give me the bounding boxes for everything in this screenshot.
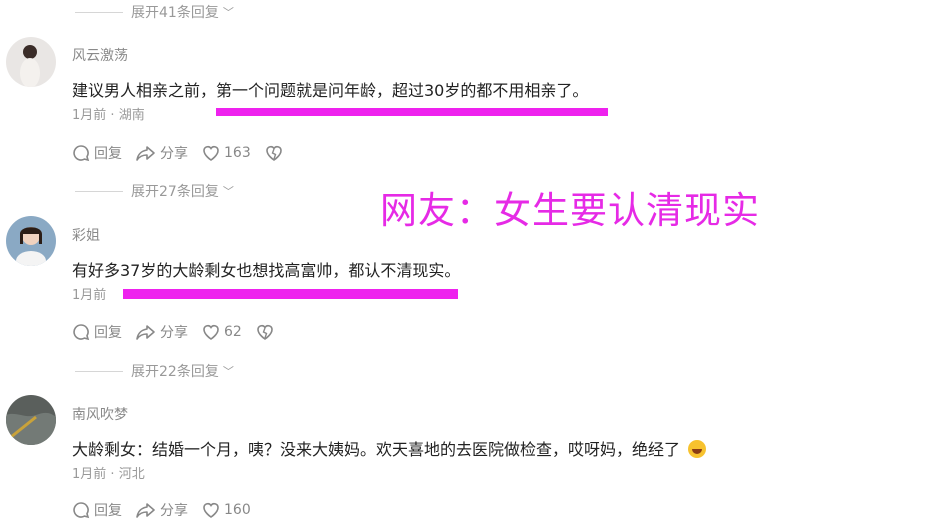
username[interactable]: 南风吹梦 bbox=[72, 404, 128, 424]
expand-replies-button[interactable]: 展开27条回复 ﹀ bbox=[75, 181, 234, 201]
divider bbox=[75, 190, 123, 192]
reply-label: 回复 bbox=[94, 146, 122, 162]
highlight-underline bbox=[123, 289, 458, 299]
comment-meta: 1月前 · 河北 bbox=[72, 467, 145, 482]
expand-replies-button[interactable]: 展开22条回复 ﹀ bbox=[75, 361, 234, 381]
expand-replies-button[interactable]: 展开41条回复 ﹀ bbox=[75, 2, 234, 22]
comment-actions: 回复 分享 160 bbox=[72, 500, 265, 520]
chevron-down-icon: ﹀ bbox=[222, 6, 234, 19]
comment-text: 有好多37岁的大龄剩女也想找高富帅，都认不清现实。 bbox=[72, 261, 461, 280]
avatar[interactable] bbox=[6, 37, 56, 87]
reply-label: 回复 bbox=[94, 325, 122, 341]
dislike-button[interactable] bbox=[265, 144, 287, 162]
expand-replies-label: 展开22条回复 bbox=[131, 364, 219, 380]
avatar[interactable] bbox=[6, 216, 56, 266]
comment-meta: 1月前 bbox=[72, 284, 106, 303]
comment-time: 1月前 bbox=[72, 288, 107, 303]
avatar[interactable] bbox=[6, 395, 56, 445]
reply-button[interactable]: 回复 bbox=[72, 500, 122, 520]
share-button[interactable]: 分享 bbox=[136, 500, 188, 520]
reply-label: 回复 bbox=[94, 503, 122, 519]
expand-replies-label: 展开41条回复 bbox=[131, 5, 219, 21]
comment-text: 建议男人相亲之前，第一个问题就是问年龄，超过30岁的都不用相亲了。 bbox=[72, 81, 589, 100]
divider bbox=[75, 11, 123, 13]
comment-meta: 1月前 · 湖南 bbox=[72, 108, 145, 123]
heart-icon bbox=[203, 502, 219, 518]
overlay-caption: 网友：女生要认清现实 bbox=[380, 189, 760, 232]
dislike-button[interactable] bbox=[256, 323, 278, 341]
share-label: 分享 bbox=[160, 503, 188, 519]
comment-time: 1月前 bbox=[72, 467, 107, 482]
like-button[interactable]: 62 bbox=[202, 323, 242, 341]
comment-actions: 回复 分享 62 bbox=[72, 322, 292, 342]
like-button[interactable]: 160 bbox=[202, 501, 251, 519]
comment-icon bbox=[73, 502, 90, 519]
username[interactable]: 彩姐 bbox=[72, 225, 100, 245]
share-button[interactable]: 分享 bbox=[136, 322, 188, 342]
share-icon bbox=[136, 146, 155, 161]
share-icon bbox=[136, 325, 155, 340]
comment-text-body: 大龄剩女：结婚一个月，咦？没来大姨妈。欢天喜地的去医院做检查，哎呀妈，绝经了 bbox=[72, 440, 681, 459]
chevron-down-icon: ﹀ bbox=[222, 365, 234, 378]
highlight-underline bbox=[216, 108, 608, 116]
reply-button[interactable]: 回复 bbox=[72, 143, 122, 163]
comment-location: 湖南 bbox=[118, 108, 145, 123]
chevron-down-icon: ﹀ bbox=[222, 185, 234, 198]
expand-replies-label: 展开27条回复 bbox=[131, 184, 219, 200]
comment-time: 1月前 bbox=[72, 108, 107, 123]
like-button[interactable]: 163 bbox=[202, 144, 251, 162]
comment-location: 河北 bbox=[118, 467, 145, 482]
broken-heart-icon bbox=[257, 324, 273, 340]
like-count: 160 bbox=[224, 502, 251, 518]
share-icon bbox=[136, 503, 155, 518]
reply-button[interactable]: 回复 bbox=[72, 322, 122, 342]
broken-heart-icon bbox=[265, 145, 282, 161]
heart-icon bbox=[203, 324, 219, 340]
username[interactable]: 风云激荡 bbox=[72, 45, 128, 65]
comment-icon bbox=[73, 145, 90, 162]
divider bbox=[75, 370, 123, 372]
like-count: 163 bbox=[224, 145, 251, 161]
share-label: 分享 bbox=[160, 146, 188, 162]
comment-text: 大龄剩女：结婚一个月，咦？没来大姨妈。欢天喜地的去医院做检查，哎呀妈，绝经了 bbox=[72, 436, 707, 460]
laughing-emoji-icon bbox=[688, 440, 707, 458]
share-button[interactable]: 分享 bbox=[136, 143, 188, 163]
share-label: 分享 bbox=[160, 325, 188, 341]
comment-icon bbox=[73, 324, 90, 341]
comment-actions: 回复 分享 163 bbox=[72, 143, 301, 163]
like-count: 62 bbox=[224, 324, 242, 340]
heart-icon bbox=[203, 145, 219, 161]
